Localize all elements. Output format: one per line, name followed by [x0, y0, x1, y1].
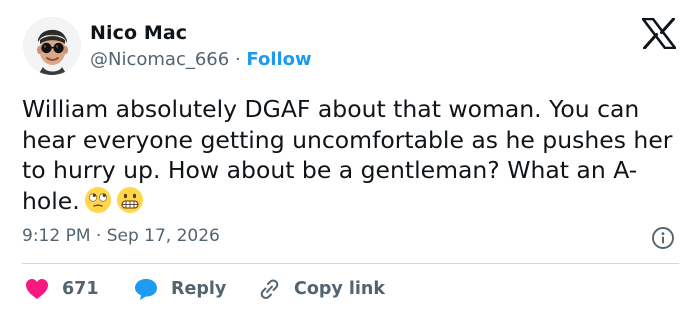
tweet-card: Nico Mac @Nicomac_666 · Follow William a… [0, 0, 700, 316]
avatar[interactable] [23, 17, 81, 75]
face-with-rolling-eyes-icon [84, 186, 111, 213]
x-logo-icon[interactable] [642, 18, 676, 49]
link-icon [260, 279, 279, 299]
tweet-actions: 671 Reply Copy link [0, 274, 700, 304]
info-icon[interactable] [651, 226, 675, 250]
author-handle-line: @Nicomac_666 · Follow [90, 49, 312, 70]
handle-separator: · [234, 49, 241, 70]
like-count: 671 [62, 279, 99, 299]
meta-separator: · [95, 226, 102, 246]
tweet-time[interactable]: 9:12 PM [22, 226, 91, 246]
author-handle[interactable]: @Nicomac_666 [90, 49, 229, 70]
author-name[interactable]: Nico Mac [90, 22, 187, 44]
heart-icon [26, 279, 48, 299]
avatar-image [23, 17, 81, 75]
tweet-meta: 9:12 PM · Sep 17, 2026 [22, 226, 220, 246]
copy-link-label: Copy link [294, 279, 385, 299]
tweet-text: William absolutely DGAF about that woman… [22, 94, 682, 216]
tweet-date[interactable]: Sep 17, 2026 [107, 226, 220, 246]
follow-button[interactable]: Follow [246, 49, 311, 70]
chat-bubble-icon [135, 279, 157, 300]
divider [22, 263, 679, 264]
copy-link-button[interactable]: Copy link [256, 274, 385, 304]
reply-button[interactable]: Reply [133, 274, 226, 304]
reply-label: Reply [171, 279, 227, 299]
grimacing-face-icon [116, 186, 143, 213]
like-button[interactable]: 671 [24, 274, 99, 304]
